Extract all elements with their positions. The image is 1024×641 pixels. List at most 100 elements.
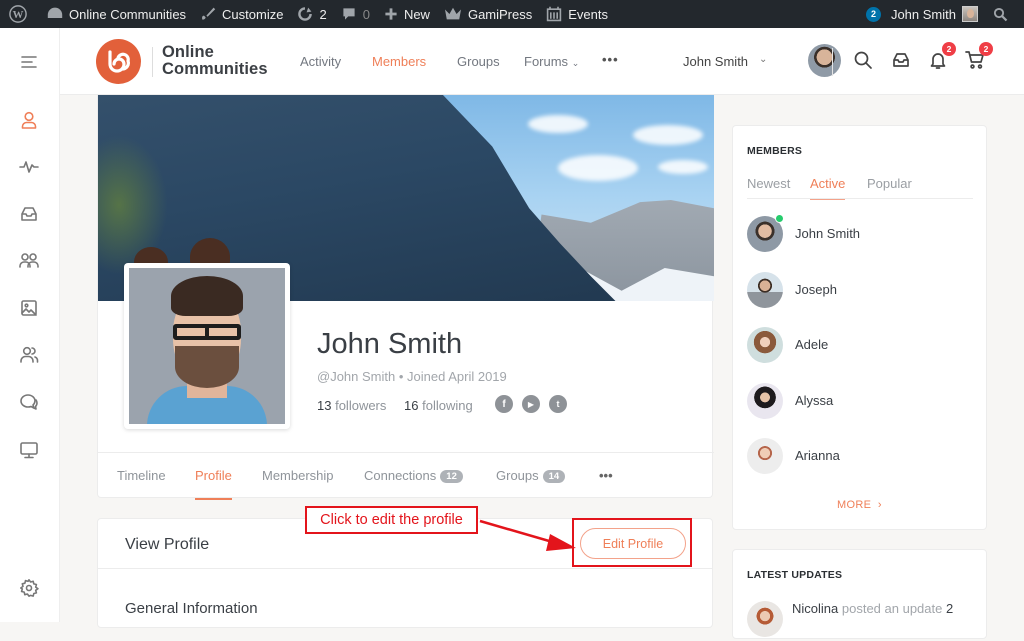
crown-icon	[444, 7, 461, 20]
nav-members[interactable]: Members	[372, 54, 426, 69]
profile-name: John Smith	[317, 328, 463, 360]
events-link[interactable]: Events	[539, 0, 615, 28]
members-tab-newest[interactable]: Newest	[747, 176, 790, 191]
tab-profile[interactable]: Profile	[195, 468, 232, 500]
tab-groups[interactable]: Groups 14	[496, 468, 566, 483]
more-label: MORE	[837, 499, 872, 511]
header-avatar[interactable]	[808, 44, 841, 77]
facebook-icon: f	[502, 398, 506, 410]
member-item[interactable]: Arianna	[747, 438, 973, 474]
profile-handle: @John Smith	[317, 369, 396, 384]
updates-link[interactable]: 2	[290, 0, 333, 28]
site-logo[interactable]	[96, 39, 141, 84]
member-item[interactable]: Adele	[747, 327, 973, 363]
new-label: New	[403, 6, 430, 22]
wp-admin-bar: W Online Communities Customize 2 0 New G…	[0, 0, 1024, 28]
update-item[interactable]: Nicolina posted an update 2	[747, 601, 977, 641]
admin-user-name: John Smith	[890, 6, 956, 22]
header-messages-button[interactable]	[891, 50, 913, 72]
cart-count-badge: 2	[979, 42, 993, 56]
site-name-link[interactable]: Online Communities	[40, 0, 193, 28]
nav-forums-label: Forums	[524, 54, 569, 69]
member-name: John Smith	[795, 226, 861, 241]
member-item[interactable]: Alyssa	[747, 383, 973, 419]
rail-forums[interactable]	[18, 391, 40, 413]
members-widget-title: MEMBERS	[747, 145, 803, 157]
member-item[interactable]: John Smith	[747, 214, 973, 252]
nav-more-button[interactable]: •••	[602, 52, 619, 67]
twitter-link[interactable]: t	[549, 395, 567, 413]
tabs-more-button[interactable]: •••	[599, 468, 613, 483]
update-time: 2	[945, 601, 954, 616]
menu-icon	[21, 56, 37, 68]
tab-membership[interactable]: Membership	[262, 468, 334, 483]
tab-connections[interactable]: Connections 12	[364, 468, 463, 483]
rail-activity[interactable]	[18, 156, 40, 178]
site-title-line1: Online	[162, 43, 214, 61]
site-title[interactable]: Online Communities	[162, 44, 268, 78]
header-user-name[interactable]: John Smith	[683, 54, 748, 69]
rail-groups[interactable]	[18, 249, 40, 271]
header-cart-button[interactable]: 2	[965, 42, 993, 72]
rail-courses[interactable]	[18, 439, 40, 461]
rail-profile[interactable]	[18, 109, 40, 131]
profile-photo	[129, 268, 285, 424]
annotation-highlight-box	[572, 518, 692, 567]
update-user[interactable]: Nicolina	[792, 601, 838, 616]
rail-connections[interactable]	[18, 344, 40, 366]
gamipress-label: GamiPress	[467, 6, 533, 22]
site-name: Online Communities	[69, 6, 187, 22]
member-item[interactable]: Joseph	[747, 272, 973, 308]
updates-icon	[298, 7, 313, 21]
wordpress-logo-button[interactable]: W	[0, 0, 40, 28]
my-account-link[interactable]: 2 John Smith	[859, 0, 986, 28]
members-more-link[interactable]: MORE ›	[837, 499, 882, 511]
following-label: following	[422, 398, 473, 413]
comments-count: 0	[362, 6, 370, 22]
following-count: 16	[404, 398, 419, 413]
profile-avatar[interactable]	[124, 263, 290, 429]
groups-icon	[19, 253, 39, 268]
inbox-icon	[21, 207, 37, 221]
admin-search-button[interactable]	[986, 0, 1024, 28]
notifications-count-badge: 2	[942, 42, 956, 56]
rail-inbox[interactable]	[18, 203, 40, 225]
nav-forums[interactable]: Forums ⌄	[524, 54, 579, 69]
nav-activity[interactable]: Activity	[300, 54, 341, 69]
header-notifications-button[interactable]: 2	[928, 42, 956, 72]
nav-groups[interactable]: Groups	[457, 54, 500, 69]
tab-groups-label: Groups	[496, 468, 539, 483]
facebook-link[interactable]: f	[495, 395, 513, 413]
member-avatar	[747, 272, 783, 308]
header-divider	[832, 48, 833, 76]
twitter-icon: t	[556, 399, 560, 409]
following-link[interactable]: 16 following	[404, 398, 473, 413]
followers-link[interactable]: 13 followers	[317, 398, 386, 413]
annotation-callout: Click to edit the profile	[305, 506, 478, 534]
rail-settings[interactable]	[18, 577, 40, 599]
customize-link[interactable]: Customize	[193, 0, 290, 28]
rail-photos[interactable]	[18, 297, 40, 319]
header-search-button[interactable]	[853, 50, 875, 72]
members-tab-popular[interactable]: Popular	[867, 176, 912, 191]
gamipress-link[interactable]: GamiPress	[437, 0, 539, 28]
member-name: Adele	[795, 337, 829, 352]
update-text: Nicolina posted an update 2	[792, 601, 953, 616]
profile-header-card: John Smith @John Smith • Joined April 20…	[97, 95, 714, 500]
comments-link[interactable]: 0	[334, 0, 377, 28]
buddyboss-logo-icon	[107, 49, 130, 73]
new-content-link[interactable]: New	[377, 0, 437, 28]
plus-icon	[385, 8, 397, 20]
menu-toggle-button[interactable]	[18, 51, 40, 73]
user-menu-chevron-icon[interactable]: ⌄	[759, 54, 767, 65]
chat-bubbles-icon	[20, 394, 38, 410]
tab-timeline[interactable]: Timeline	[117, 468, 166, 483]
tab-connections-label: Connections	[364, 468, 437, 483]
latest-updates-widget: LATEST UPDATES Nicolina posted an update…	[732, 549, 987, 639]
member-avatar	[747, 327, 783, 363]
view-profile-title: View Profile	[125, 536, 210, 553]
activity-icon	[19, 161, 39, 173]
members-tab-active[interactable]: Active	[810, 176, 846, 200]
youtube-link[interactable]: ▶	[522, 395, 540, 413]
notifications-badge[interactable]: 2	[865, 6, 881, 22]
